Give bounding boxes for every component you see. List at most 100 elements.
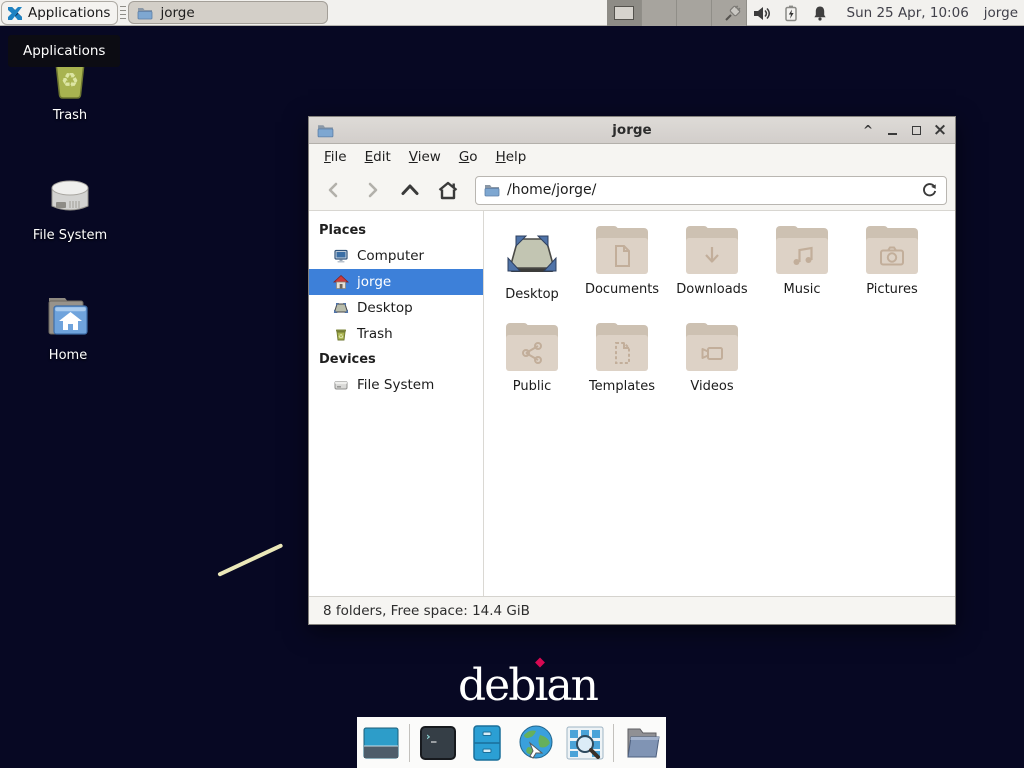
taskbar-window-label: jorge — [160, 5, 194, 21]
folder-icon — [776, 228, 828, 275]
menu-view[interactable]: View — [400, 145, 450, 169]
folder-item-pictures[interactable]: Pictures — [847, 225, 937, 322]
web-browser-icon[interactable] — [515, 722, 557, 764]
dock-separator — [409, 724, 410, 762]
applications-tooltip: Applications — [8, 35, 120, 67]
window-folder-icon — [317, 122, 334, 139]
template-glyph — [610, 340, 634, 366]
trash-icon: ♻ — [333, 326, 349, 342]
menubar: File Edit View Go Help — [309, 144, 955, 170]
menu-edit[interactable]: Edit — [356, 145, 400, 169]
sidebar-item-jorge[interactable]: jorge — [309, 269, 483, 295]
applications-menu-icon — [7, 5, 23, 21]
desktop-item-icon — [504, 230, 560, 280]
statusbar: 8 folders, Free space: 14.4 GiB — [309, 596, 955, 624]
top-panel: Applications jorge — [0, 0, 1024, 26]
download-glyph — [700, 244, 724, 268]
drive-icon — [44, 170, 96, 222]
svg-text:_: _ — [431, 730, 437, 743]
document-glyph — [610, 243, 634, 269]
home-icon — [333, 274, 349, 290]
user-menu[interactable]: jorge — [984, 5, 1018, 21]
shade-button[interactable]: ^ — [861, 123, 875, 137]
window-title: jorge — [309, 122, 955, 138]
desktop-icon — [333, 300, 349, 316]
volume-icon[interactable] — [752, 3, 772, 23]
sidebar-item-desktop[interactable]: Desktop — [309, 295, 483, 321]
debian-wordmark: debıan — [458, 660, 597, 711]
workspace-2[interactable] — [642, 0, 677, 26]
sidebar-item-trash[interactable]: ♻ Trash — [309, 321, 483, 347]
menu-go[interactable]: Go — [450, 145, 487, 169]
folder-item-documents[interactable]: Documents — [577, 225, 667, 322]
camera-glyph — [878, 244, 906, 268]
folder-item-music[interactable]: Music — [757, 225, 847, 322]
application-finder-icon[interactable] — [564, 722, 606, 764]
sidebar-item-file-system[interactable]: File System — [309, 372, 483, 398]
home-button[interactable] — [431, 175, 465, 205]
share-glyph — [519, 340, 545, 366]
reload-button[interactable] — [921, 182, 938, 199]
applications-menu-label: Applications — [28, 5, 110, 21]
path-input[interactable] — [507, 182, 914, 198]
svg-text:♻: ♻ — [338, 334, 343, 341]
folder-icon — [137, 5, 153, 21]
battery-icon[interactable] — [781, 3, 801, 23]
stray-line-artifact — [217, 543, 283, 576]
menu-help[interactable]: Help — [487, 145, 536, 169]
workspace-3[interactable] — [677, 0, 712, 26]
forward-button[interactable] — [355, 175, 389, 205]
desktop-icon-home[interactable]: Home — [13, 290, 123, 363]
close-button[interactable]: × — [933, 123, 947, 137]
up-button[interactable] — [393, 175, 427, 205]
taskbar-window-button[interactable]: jorge — [128, 1, 328, 24]
wordmark-text: deb — [458, 660, 534, 711]
dock: › _ — [357, 717, 666, 768]
notifications-icon[interactable] — [810, 3, 830, 23]
devices-header: Devices — [309, 347, 483, 372]
applications-menu-button[interactable]: Applications — [1, 1, 118, 25]
path-folder-icon — [484, 182, 500, 198]
folder-item-public[interactable]: Public — [487, 322, 577, 419]
desktop-icon-label: Home — [49, 348, 87, 363]
panel-handle[interactable] — [120, 6, 126, 20]
show-desktop-icon[interactable] — [360, 722, 402, 764]
file-grid: Desktop Documents — [484, 211, 955, 596]
network-icon[interactable] — [723, 3, 743, 23]
workspace-1[interactable] — [607, 0, 642, 26]
svg-text:›: › — [426, 730, 431, 743]
places-header: Places — [309, 218, 483, 243]
window-titlebar[interactable]: jorge ^ × — [309, 117, 955, 144]
maximize-button[interactable] — [909, 123, 923, 137]
folder-icon — [506, 325, 558, 372]
terminal-icon[interactable]: › _ — [417, 722, 459, 764]
dock-separator — [613, 724, 614, 762]
desktop-icon-file-system[interactable]: File System — [15, 170, 125, 243]
folder-item-videos[interactable]: Videos — [667, 322, 757, 419]
clock[interactable]: Sun 25 Apr, 10:06 — [847, 5, 969, 21]
menu-file[interactable]: File — [315, 145, 356, 169]
folder-icon — [866, 228, 918, 275]
home-folder-icon — [41, 290, 95, 342]
back-button[interactable] — [317, 175, 351, 205]
video-glyph — [698, 341, 726, 365]
folder-item-desktop[interactable]: Desktop — [487, 225, 577, 322]
location-bar[interactable] — [475, 176, 947, 205]
music-glyph — [789, 244, 815, 268]
folder-icon — [596, 325, 648, 372]
folder-icon — [686, 228, 738, 275]
folder-item-downloads[interactable]: Downloads — [667, 225, 757, 322]
file-cabinet-icon[interactable] — [466, 722, 508, 764]
status-text: 8 folders, Free space: 14.4 GiB — [323, 603, 530, 619]
minimize-button[interactable] — [885, 123, 899, 137]
file-manager-window: jorge ^ × File Edit View Go Help — [308, 116, 956, 625]
sidebar: Places Computer jorge — [309, 211, 484, 596]
folder-icon — [686, 325, 738, 372]
folder-item-templates[interactable]: Templates — [577, 322, 667, 419]
tooltip-text: Applications — [23, 43, 105, 59]
computer-icon — [333, 248, 349, 264]
toolbar — [309, 170, 955, 211]
system-tray: Sun 25 Apr, 10:06 jorge — [723, 0, 1021, 26]
sidebar-item-computer[interactable]: Computer — [309, 243, 483, 269]
directory-menu-icon[interactable] — [621, 722, 663, 764]
